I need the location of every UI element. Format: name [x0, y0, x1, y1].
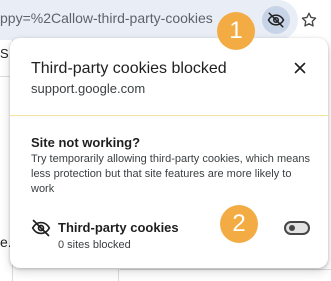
- eye-off-icon: [31, 219, 51, 237]
- eye-off-icon: [267, 12, 285, 28]
- cookies-popup: Third-party cookies blocked support.goog…: [10, 38, 328, 268]
- step-marker-2: 2: [220, 205, 258, 243]
- bookmark-button[interactable]: [297, 8, 321, 32]
- section-heading: Site not working?: [31, 135, 141, 150]
- page-divider: [118, 269, 119, 281]
- row-subtitle: 0 sites blocked: [58, 239, 131, 251]
- close-button[interactable]: [290, 58, 310, 78]
- toggle-knob: [289, 225, 295, 231]
- section-description: Try temporarily allowing third-party coo…: [31, 153, 310, 195]
- popup-site: support.google.com: [31, 81, 146, 96]
- star-icon: [301, 12, 317, 27]
- third-party-cookies-button[interactable]: [262, 6, 290, 34]
- page-text-fragment: S: [0, 46, 9, 61]
- row-title: Third-party cookies: [58, 220, 179, 235]
- step-marker-1: 1: [217, 12, 255, 50]
- popup-title: Third-party cookies blocked: [31, 60, 227, 77]
- third-party-cookies-toggle[interactable]: [284, 221, 310, 235]
- popup-divider: [10, 115, 328, 116]
- third-party-cookies-row[interactable]: Third-party cookies 0 sites blocked: [10, 206, 328, 256]
- close-icon: [294, 62, 306, 74]
- page-divider: [120, 269, 331, 270]
